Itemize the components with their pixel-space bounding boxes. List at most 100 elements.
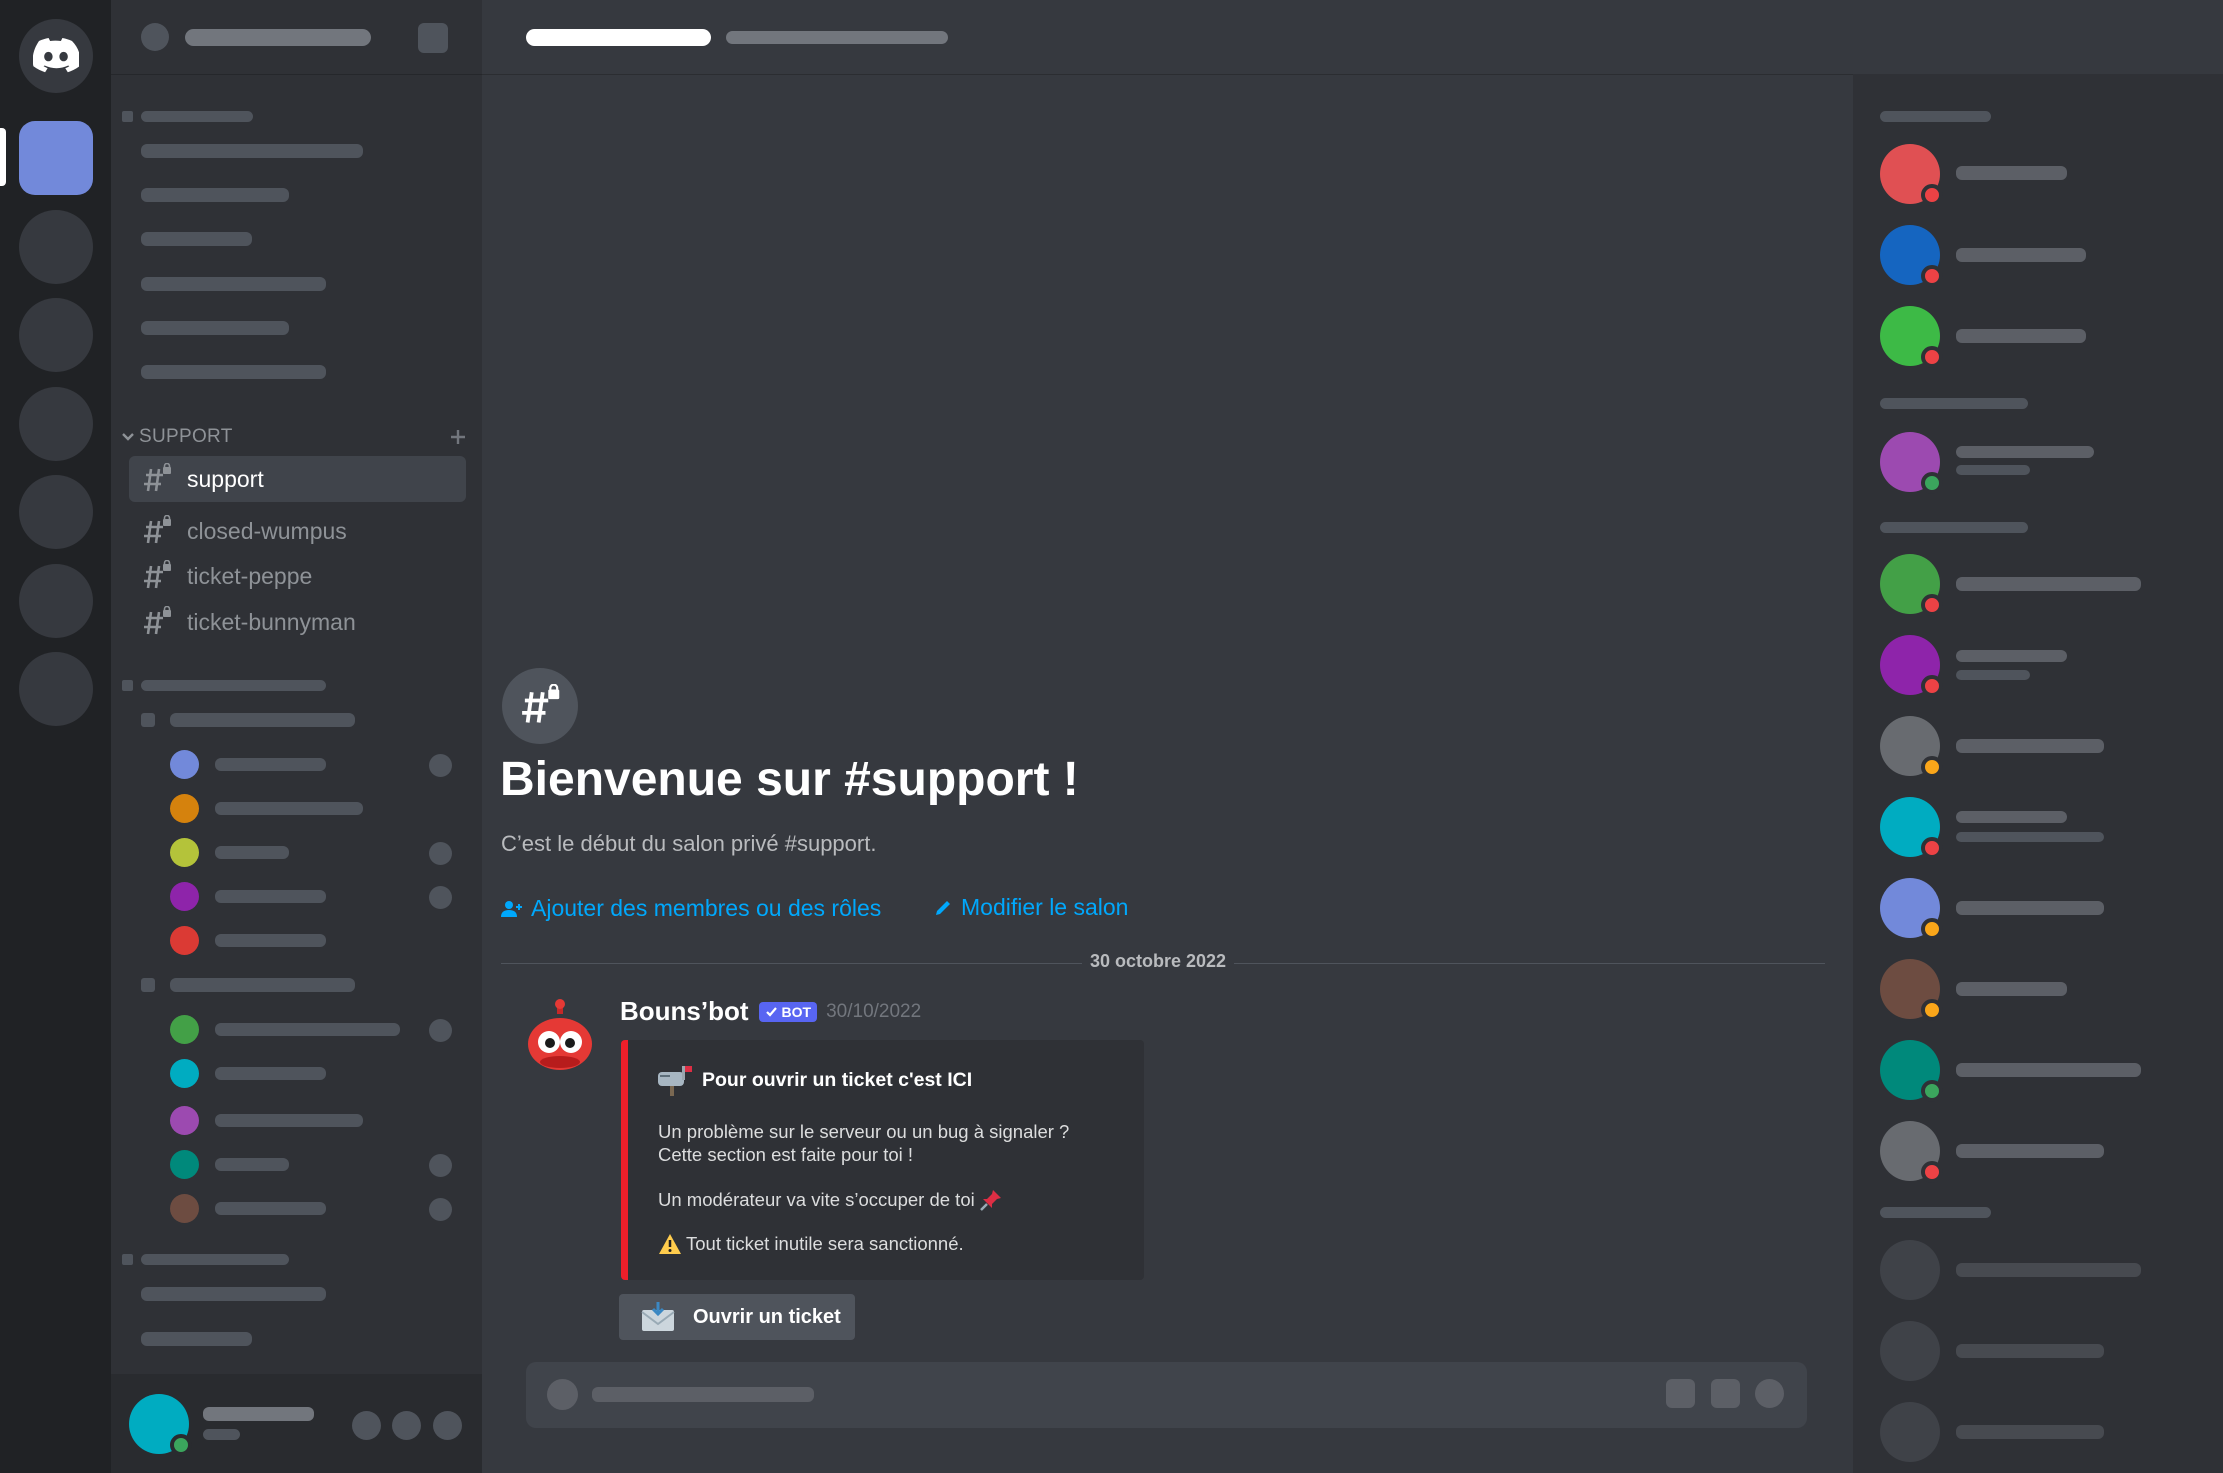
member-name-placeholder[interactable]	[1956, 329, 2086, 343]
category-collapse-icon[interactable]	[122, 1254, 133, 1265]
channel-support[interactable]: support	[129, 456, 466, 502]
open-ticket-label: Ouvrir un ticket	[693, 1305, 841, 1328]
discord-home-icon[interactable]	[19, 19, 93, 93]
voice-user-placeholder	[215, 1067, 326, 1080]
server-icon[interactable]	[19, 652, 93, 726]
message-embed: Pour ouvrir un ticket c'est ICI Un probl…	[621, 1040, 1144, 1280]
member-name-placeholder[interactable]	[1956, 650, 2067, 662]
member-name-placeholder[interactable]	[1956, 248, 2086, 262]
bot-badge-label: BOT	[781, 1003, 812, 1020]
edit-channel-link[interactable]: Modifier le salon	[933, 894, 1128, 921]
plus-icon[interactable]	[449, 428, 467, 446]
member-name-placeholder[interactable]	[1956, 166, 2067, 180]
member-name-placeholder[interactable]	[1956, 901, 2104, 915]
message-author[interactable]: Bouns’bot	[620, 996, 749, 1027]
mailbox-icon	[658, 1066, 692, 1096]
member-name-placeholder[interactable]	[1956, 982, 2067, 996]
voice-user-avatar[interactable]	[170, 1059, 199, 1088]
checkmark-icon	[765, 1007, 777, 1017]
gif-icon[interactable]	[1711, 1379, 1740, 1408]
channel-placeholder[interactable]	[141, 144, 363, 158]
member-name-placeholder[interactable]	[1956, 1063, 2141, 1077]
bot-avatar[interactable]	[520, 996, 600, 1076]
channel-label: ticket-bunnyman	[187, 608, 356, 635]
add-members-link[interactable]: Ajouter des membres ou des rôles	[501, 895, 881, 922]
server-icon-active[interactable]	[19, 121, 93, 195]
welcome-title: Bienvenue sur #support !	[500, 753, 1079, 806]
locked-hash-icon	[522, 684, 560, 723]
server-icon[interactable]	[19, 298, 93, 372]
embed-line-1: Un problème sur le serveur ou un bug à s…	[658, 1121, 1070, 1142]
server-icon[interactable]	[19, 210, 93, 284]
member-activity-placeholder	[1956, 465, 2030, 475]
member-name-placeholder[interactable]	[1956, 577, 2141, 591]
voice-user-avatar[interactable]	[170, 1194, 199, 1223]
support-category[interactable]: SUPPORT	[118, 423, 478, 451]
channel-closed-wumpus[interactable]: closed-wumpus	[129, 508, 466, 554]
server-icon[interactable]	[19, 475, 93, 549]
message-header: Bouns’bot BOT 30/10/2022	[620, 996, 921, 1027]
voice-channel-placeholder[interactable]	[170, 978, 355, 992]
voice-user-avatar[interactable]	[170, 1106, 199, 1135]
channel-ticket-bunnyman[interactable]: ticket-bunnyman	[129, 599, 466, 645]
embed-line-3-row: Un modérateur va vite s’occuper de toi	[658, 1188, 1003, 1212]
embed-line-4-row: Tout ticket inutile sera sanctionné.	[658, 1233, 964, 1255]
voice-user-placeholder	[215, 846, 289, 859]
channel-ticket-peppe[interactable]: ticket-peppe	[129, 553, 466, 599]
voice-user-placeholder	[215, 1158, 289, 1171]
voice-user-placeholder	[215, 1023, 400, 1036]
status-dnd-icon	[1921, 346, 1943, 368]
member-name-placeholder[interactable]	[1956, 1344, 2104, 1358]
open-ticket-button[interactable]: Ouvrir un ticket	[619, 1294, 855, 1340]
server-icon[interactable]	[19, 564, 93, 638]
attach-file-icon[interactable]	[547, 1379, 578, 1410]
voice-user-avatar[interactable]	[170, 750, 199, 779]
headphones-icon[interactable]	[392, 1411, 421, 1440]
voice-user-avatar[interactable]	[170, 926, 199, 955]
voice-channel-icon	[141, 978, 155, 992]
category-collapse-icon[interactable]	[122, 680, 133, 691]
offline-member-avatar[interactable]	[1880, 1240, 1940, 1300]
status-dnd-icon	[1921, 265, 1943, 287]
member-name-placeholder[interactable]	[1956, 1263, 2141, 1277]
voice-status-icon	[429, 1198, 452, 1221]
pencil-icon	[936, 900, 950, 915]
member-name-placeholder[interactable]	[1956, 739, 2104, 753]
voice-channel-placeholder[interactable]	[170, 713, 355, 727]
channel-placeholder[interactable]	[141, 277, 326, 291]
locked-hash-icon	[141, 559, 173, 592]
voice-user-avatar[interactable]	[170, 794, 199, 823]
server-icon[interactable]	[19, 387, 93, 461]
voice-user-avatar[interactable]	[170, 882, 199, 911]
channel-label: closed-wumpus	[187, 517, 347, 544]
server-header-icon	[141, 23, 169, 51]
channel-placeholder[interactable]	[141, 321, 289, 335]
offline-member-avatar[interactable]	[1880, 1321, 1940, 1381]
emoji-icon[interactable]	[1755, 1379, 1784, 1408]
voice-user-avatar[interactable]	[170, 838, 199, 867]
member-name-placeholder[interactable]	[1956, 446, 2094, 458]
channel-placeholder[interactable]	[141, 365, 326, 379]
settings-gear-icon[interactable]	[433, 1411, 462, 1440]
voice-user-avatar[interactable]	[170, 1150, 199, 1179]
member-name-placeholder[interactable]	[1956, 1425, 2104, 1439]
gift-icon[interactable]	[1666, 1379, 1695, 1408]
member-name-placeholder[interactable]	[1956, 811, 2067, 823]
warning-icon	[659, 1234, 681, 1254]
voice-user-avatar[interactable]	[170, 1015, 199, 1044]
channel-placeholder[interactable]	[141, 1332, 252, 1346]
header-action-icon[interactable]	[418, 23, 448, 53]
microphone-icon[interactable]	[352, 1411, 381, 1440]
category-placeholder	[141, 680, 326, 691]
envelope-icon	[641, 1302, 675, 1331]
channel-placeholder[interactable]	[141, 1287, 326, 1301]
channel-placeholder[interactable]	[141, 188, 289, 202]
voice-status-icon	[429, 754, 452, 777]
channel-placeholder[interactable]	[141, 232, 252, 246]
channel-sidebar	[111, 0, 482, 1473]
embed-line-2: Cette section est faite pour toi !	[658, 1144, 914, 1165]
category-collapse-icon[interactable]	[122, 111, 133, 122]
offline-member-avatar[interactable]	[1880, 1402, 1940, 1462]
voice-channel-icon	[141, 713, 155, 727]
member-name-placeholder[interactable]	[1956, 1144, 2104, 1158]
